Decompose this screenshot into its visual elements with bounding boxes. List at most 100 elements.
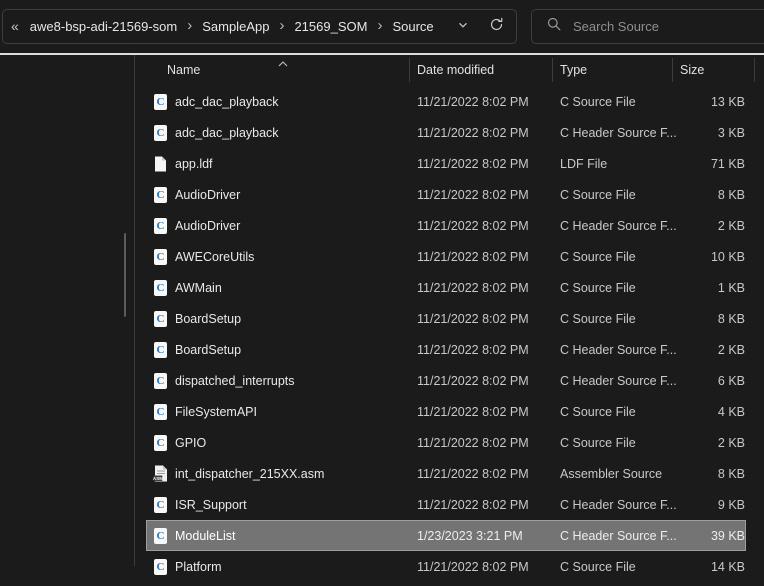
file-type: C Source File — [560, 250, 636, 264]
toolbar: « awe8-bsp-adi-21569-som›SampleApp›21569… — [0, 0, 764, 53]
navigation-pane — [0, 55, 134, 566]
file-size: 2 KB — [645, 436, 745, 450]
file-size: 2 KB — [645, 219, 745, 233]
file-row[interactable]: C AudioDriver 11/21/2022 8:02 PM C Sourc… — [146, 179, 746, 210]
file-name: Platform — [175, 560, 222, 574]
file-name: BoardSetup — [175, 343, 241, 357]
file-row[interactable]: C GPIO 11/21/2022 8:02 PM C Source File … — [146, 427, 746, 458]
file-name: ModuleList — [175, 529, 235, 543]
file-size: 3 KB — [645, 126, 745, 140]
column-separator[interactable] — [552, 58, 553, 82]
address-bar[interactable]: « awe8-bsp-adi-21569-som›SampleApp›21569… — [2, 9, 517, 44]
file-size: 71 KB — [645, 157, 745, 171]
search-input[interactable] — [573, 19, 762, 34]
file-row[interactable]: ASM int_dispatcher_215XX.asm 11/21/2022 … — [146, 458, 746, 489]
file-date-modified: 11/21/2022 8:02 PM — [417, 436, 529, 450]
file-size: 8 KB — [645, 467, 745, 481]
file-date-modified: 11/21/2022 8:02 PM — [417, 405, 529, 419]
search-bar — [531, 9, 764, 44]
search-icon — [547, 17, 573, 36]
breadcrumb-item[interactable]: SampleApp — [197, 17, 274, 36]
file-row[interactable]: C AudioDriver 11/21/2022 8:02 PM C Heade… — [146, 210, 746, 241]
file-size: 8 KB — [645, 312, 745, 326]
column-header-date-modified[interactable]: Date modified — [417, 63, 494, 77]
file-size: 10 KB — [645, 250, 745, 264]
file-name: FileSystemAPI — [175, 405, 257, 419]
breadcrumb-item[interactable]: awe8-bsp-adi-21569-som — [25, 17, 182, 36]
c-file-icon: C — [153, 248, 168, 266]
breadcrumb-separator-icon: › — [372, 17, 387, 36]
chevron-down-icon — [457, 18, 469, 36]
refresh-button[interactable] — [484, 15, 508, 39]
svg-text:ASM: ASM — [153, 476, 163, 481]
file-name: app.ldf — [175, 157, 213, 171]
file-row[interactable]: C ISR_Support 11/21/2022 8:02 PM C Heade… — [146, 489, 746, 520]
c-file-icon: C — [153, 527, 168, 545]
file-type: C Source File — [560, 95, 636, 109]
breadcrumb-separator-icon: › — [274, 17, 289, 36]
column-header-name[interactable]: Name — [167, 63, 200, 77]
file-size: 39 KB — [645, 529, 745, 543]
file-date-modified: 11/21/2022 8:02 PM — [417, 126, 529, 140]
file-row[interactable]: C BoardSetup 11/21/2022 8:02 PM C Source… — [146, 303, 746, 334]
file-date-modified: 11/21/2022 8:02 PM — [417, 560, 529, 574]
file-size: 13 KB — [645, 95, 745, 109]
file-date-modified: 11/21/2022 8:02 PM — [417, 250, 529, 264]
file-row[interactable]: C adc_dac_playback 11/21/2022 8:02 PM C … — [146, 86, 746, 117]
column-header-size[interactable]: Size — [680, 63, 704, 77]
c-file-icon: C — [153, 372, 168, 390]
file-type: C Source File — [560, 312, 636, 326]
column-header-type[interactable]: Type — [560, 63, 587, 77]
file-explorer-window: { "toolbar": { "collapse_glyph": "«", "b… — [0, 0, 764, 566]
file-size: 14 KB — [645, 560, 745, 574]
breadcrumb-item[interactable]: Source — [387, 17, 438, 36]
c-file-icon: C — [153, 93, 168, 111]
c-file-icon: C — [153, 310, 168, 328]
file-list: C adc_dac_playback 11/21/2022 8:02 PM C … — [135, 86, 764, 586]
column-separator[interactable] — [409, 58, 410, 82]
file-row[interactable]: C FileSystemAPI 11/21/2022 8:02 PM C Sou… — [146, 396, 746, 427]
breadcrumb-item[interactable]: 21569_SOM — [289, 17, 372, 36]
sort-ascending-icon — [278, 56, 288, 70]
breadcrumb-separator-icon: › — [182, 17, 197, 36]
navigation-pane-scrollbar-thumb[interactable] — [124, 233, 126, 317]
file-date-modified: 11/21/2022 8:02 PM — [417, 343, 529, 357]
file-date-modified: 11/21/2022 8:02 PM — [417, 157, 529, 171]
file-row[interactable]: C ModuleList 1/23/2023 3:21 PM C Header … — [146, 520, 746, 551]
file-date-modified: 11/21/2022 8:02 PM — [417, 95, 529, 109]
file-row[interactable]: app.ldf 11/21/2022 8:02 PM LDF File 71 K… — [146, 148, 746, 179]
c-file-icon: C — [153, 496, 168, 514]
file-name: adc_dac_playback — [175, 126, 279, 140]
file-name: AudioDriver — [175, 219, 240, 233]
file-size: 9 KB — [645, 498, 745, 512]
file-date-modified: 11/21/2022 8:02 PM — [417, 188, 529, 202]
file-date-modified: 11/21/2022 8:02 PM — [417, 374, 529, 388]
breadcrumb: awe8-bsp-adi-21569-som›SampleApp›21569_S… — [25, 17, 451, 36]
column-header-row: Name Date modified Type Size — [135, 56, 764, 84]
file-name: AWMain — [175, 281, 222, 295]
column-separator[interactable] — [754, 58, 755, 82]
file-row[interactable]: C AWMain 11/21/2022 8:02 PM C Source Fil… — [146, 272, 746, 303]
c-file-icon: C — [153, 124, 168, 142]
c-file-icon: C — [153, 558, 168, 576]
file-date-modified: 11/21/2022 8:02 PM — [417, 498, 529, 512]
file-row[interactable]: C adc_dac_playback 11/21/2022 8:02 PM C … — [146, 117, 746, 148]
c-file-icon: C — [153, 217, 168, 235]
file-name: dispatched_interrupts — [175, 374, 295, 388]
file-name: adc_dac_playback — [175, 95, 279, 109]
file-type: C Source File — [560, 560, 636, 574]
file-row[interactable]: C Platform 11/21/2022 8:02 PM C Source F… — [146, 551, 746, 582]
column-separator[interactable] — [672, 58, 673, 82]
file-type: C Source File — [560, 281, 636, 295]
c-file-icon: C — [153, 403, 168, 421]
ldf-file-icon — [153, 155, 168, 173]
file-row[interactable]: C BoardSetup 11/21/2022 8:02 PM C Header… — [146, 334, 746, 365]
breadcrumb-collapse-icon[interactable]: « — [11, 18, 19, 34]
c-file-icon: C — [153, 279, 168, 297]
file-name: ISR_Support — [175, 498, 247, 512]
file-row[interactable]: C dispatched_interrupts 11/21/2022 8:02 … — [146, 365, 746, 396]
file-size: 6 KB — [645, 374, 745, 388]
address-dropdown-button[interactable] — [451, 15, 475, 39]
file-row[interactable]: C AWECoreUtils 11/21/2022 8:02 PM C Sour… — [146, 241, 746, 272]
file-type: LDF File — [560, 157, 607, 171]
